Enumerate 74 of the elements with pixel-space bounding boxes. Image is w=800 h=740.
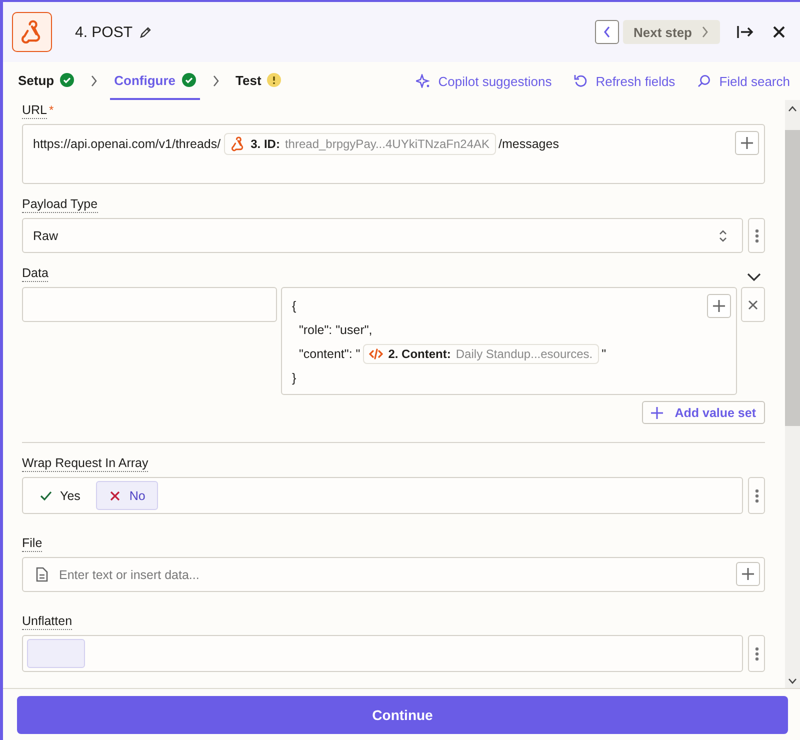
data-token[interactable]: 3. ID: thread_brpgyPay...4UYkiTNzaFn24AK (224, 133, 496, 155)
field-label: Unflatten (22, 614, 72, 630)
refresh-icon (574, 74, 588, 88)
search-icon (697, 74, 712, 88)
chevron-left-icon (602, 25, 612, 39)
action-link[interactable]: Refresh fields (574, 62, 676, 100)
close-icon[interactable] (772, 25, 786, 39)
action-link[interactable]: Field search (697, 62, 790, 100)
plus-icon (741, 567, 755, 581)
key-field[interactable] (22, 287, 277, 322)
step-tab[interactable]: Test (232, 62, 286, 100)
previous-button[interactable] (595, 20, 620, 44)
text-value: /messages (498, 137, 559, 151)
value-field[interactable]: { "role": "user", "content": " 2. Content: Daily Standup...esources. " } (281, 287, 737, 395)
collapse-panel-icon[interactable] (736, 24, 754, 40)
step-title: 4. POST (75, 24, 133, 40)
text-value: { (292, 299, 296, 313)
app-logo-icon (12, 12, 52, 52)
text-value: https://api.openai.com/v1/threads/ (33, 137, 221, 151)
option-button[interactable]: No (96, 481, 158, 510)
step-tab[interactable]: Setup (14, 62, 78, 100)
more-options-button[interactable] (748, 477, 765, 514)
cross-icon (109, 490, 122, 502)
more-vertical-icon (754, 646, 758, 660)
sparkle-icon (416, 74, 430, 88)
plus-icon (712, 299, 726, 313)
chevron-down-icon[interactable] (747, 272, 761, 282)
more-options-button[interactable] (748, 218, 765, 253)
document-icon (36, 567, 48, 582)
check-circle-icon (182, 73, 196, 87)
insert-data-button[interactable] (735, 131, 759, 155)
step-tab[interactable]: Configure (110, 62, 200, 100)
text-value: "content": " (298, 347, 360, 361)
option-button[interactable]: Yes (27, 481, 94, 510)
check-icon (40, 490, 52, 502)
warning-icon (267, 73, 282, 87)
insert-data-button[interactable] (707, 294, 731, 318)
chevron-up-icon (788, 106, 797, 112)
action-link[interactable]: Copilot suggestions (416, 62, 552, 100)
text-field[interactable]: Enter text or insert data... (22, 557, 765, 592)
field-label: Data (22, 266, 48, 282)
more-vertical-icon (754, 228, 758, 242)
chevron-down-icon (788, 678, 797, 684)
more-vertical-icon (754, 488, 758, 502)
plus-icon (740, 136, 754, 150)
pencil-icon[interactable] (138, 26, 152, 38)
dropdown-field[interactable]: Raw (22, 218, 743, 253)
text-value: " (602, 347, 606, 361)
webhook-icon (230, 136, 246, 152)
field-label: Wrap Request In Array (22, 456, 148, 472)
data-token[interactable]: 2. Content: Daily Standup...esources. (363, 344, 599, 364)
text-value: "role": "user", (298, 323, 372, 337)
more-options-button[interactable] (748, 635, 765, 672)
add-value-set-button[interactable]: Add value set (642, 401, 765, 424)
check-circle-icon (60, 73, 74, 87)
field-label: URL (22, 103, 48, 119)
field-label: Payload Type (22, 197, 98, 213)
scrollbar[interactable] (785, 100, 800, 688)
field-label: File (22, 536, 42, 552)
chevron-right-icon (212, 75, 220, 87)
remove-button[interactable] (741, 287, 765, 322)
chevron-right-icon (90, 75, 98, 87)
text-value: } (292, 371, 296, 385)
next-step-button[interactable]: Next step (623, 20, 720, 44)
chevron-right-icon (700, 25, 710, 39)
scrollbar-thumb[interactable] (785, 130, 800, 426)
sort-arrows-icon (718, 228, 728, 242)
required-mark: * (49, 103, 54, 117)
close-icon (748, 300, 758, 310)
insert-data-button[interactable] (736, 562, 760, 586)
plus-icon (650, 406, 663, 418)
code-icon (369, 347, 384, 361)
continue-button[interactable]: Continue (17, 696, 788, 734)
url-field[interactable]: https://api.openai.com/v1/threads/ 3. ID: thread_brpgyPay...4UYkiTNzaFn24AK /messages (22, 124, 765, 184)
